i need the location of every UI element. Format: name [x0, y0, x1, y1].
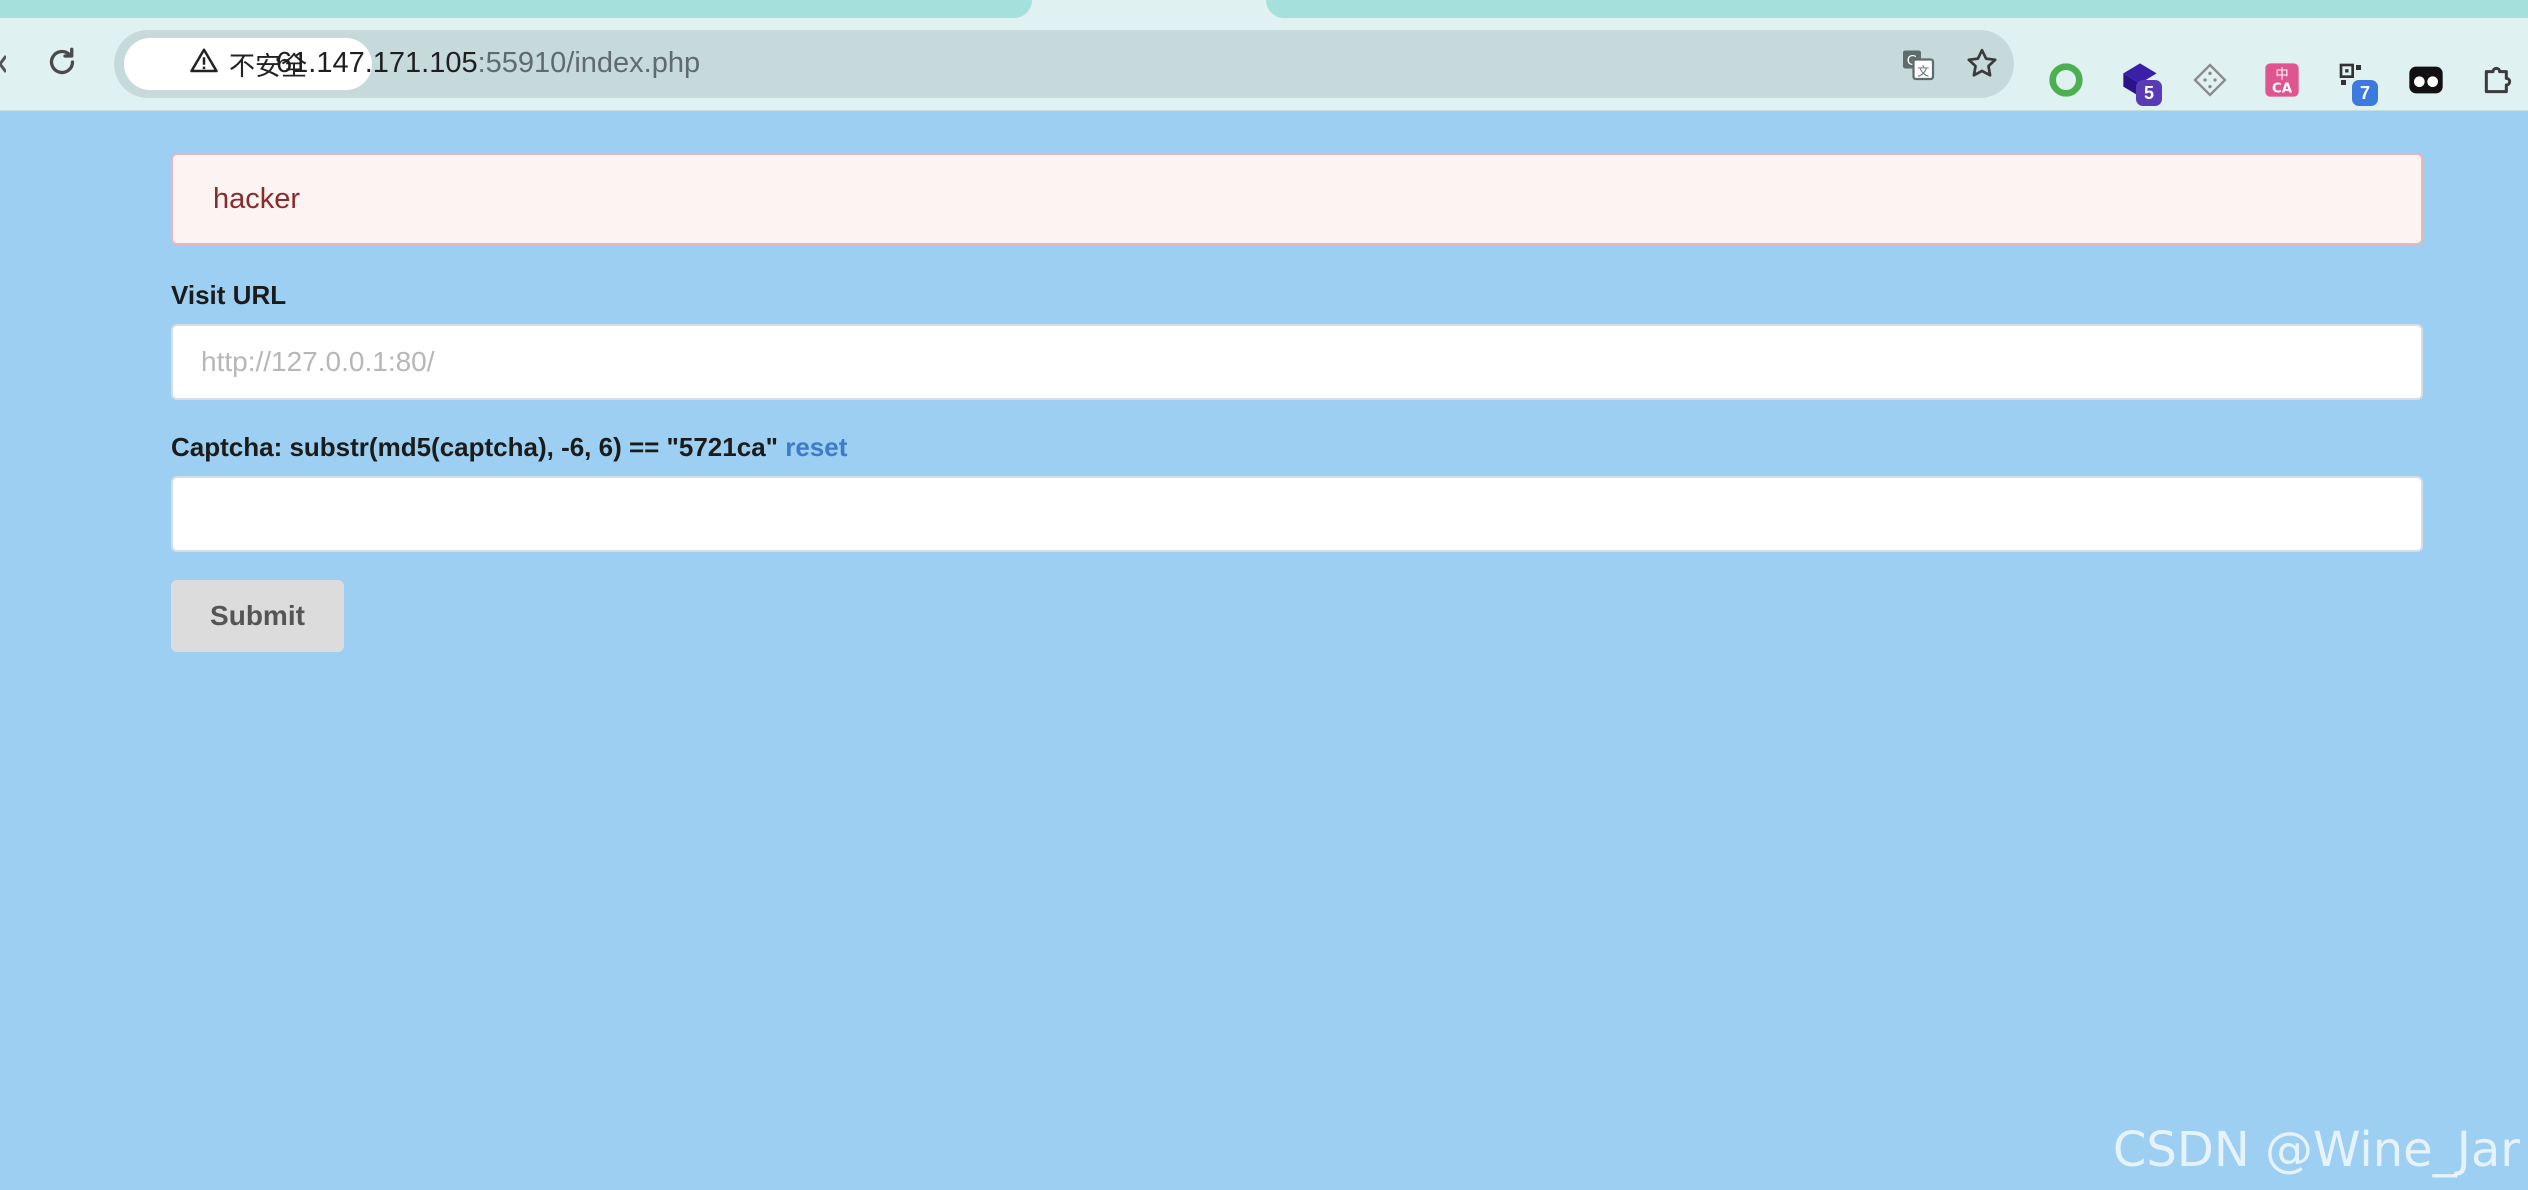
url-text[interactable]: 61.147.171.105:55910/index.php — [276, 47, 700, 80]
url-port-path: :55910/index.php — [477, 47, 701, 79]
visit-url-input[interactable] — [171, 324, 2423, 400]
back-button-fragment[interactable] — [0, 48, 8, 80]
tab-inactive-left[interactable] — [0, 0, 1032, 18]
extension-badge-count: 5 — [2136, 80, 2162, 106]
puzzle-extensions-icon[interactable] — [2478, 60, 2518, 100]
captcha-label: Captcha: substr(md5(captcha), -6, 6) == … — [171, 432, 847, 463]
url-host: 61.147.171.105 — [276, 47, 478, 79]
submit-button[interactable]: Submit — [171, 580, 344, 652]
purple-cube-extension-icon[interactable]: 5 — [2120, 60, 2162, 106]
reload-icon[interactable] — [44, 44, 80, 80]
browser-toolbar: 不安全 61.147.171.105:55910/index.php G文 5 … — [0, 18, 2528, 111]
captcha-input[interactable] — [171, 476, 2423, 552]
translate-ca-extension-icon[interactable]: 中 CA — [2262, 60, 2302, 100]
svg-text:中: 中 — [2275, 66, 2288, 82]
diamond-outline-extension-icon[interactable] — [2190, 60, 2230, 100]
reset-captcha-link[interactable]: reset — [785, 432, 847, 462]
qr-extension-icon[interactable]: 7 — [2336, 60, 2378, 106]
captcha-label-text: Captcha: substr(md5(captcha), -6, 6) == … — [171, 432, 778, 462]
glasses-extension-icon[interactable] — [2406, 60, 2446, 100]
translate-icon[interactable]: G文 — [1900, 46, 1936, 82]
tab-strip — [0, 0, 2528, 18]
csdn-watermark: CSDN @Wine_Jar — [2112, 1122, 2520, 1178]
address-bar[interactable]: 不安全 61.147.171.105:55910/index.php G文 — [114, 30, 2014, 98]
visit-url-label: Visit URL — [171, 280, 287, 310]
svg-text:文: 文 — [1917, 63, 1929, 78]
extension-badge-count: 7 — [2352, 80, 2378, 106]
svg-text:CA: CA — [2272, 82, 2293, 97]
error-alert: hacker — [171, 153, 2423, 245]
green-ring-extension-icon[interactable] — [2046, 60, 2086, 100]
bookmark-star-icon[interactable] — [1964, 46, 2000, 82]
tab-inactive-right[interactable] — [1266, 0, 2528, 18]
warning-icon — [189, 46, 219, 83]
